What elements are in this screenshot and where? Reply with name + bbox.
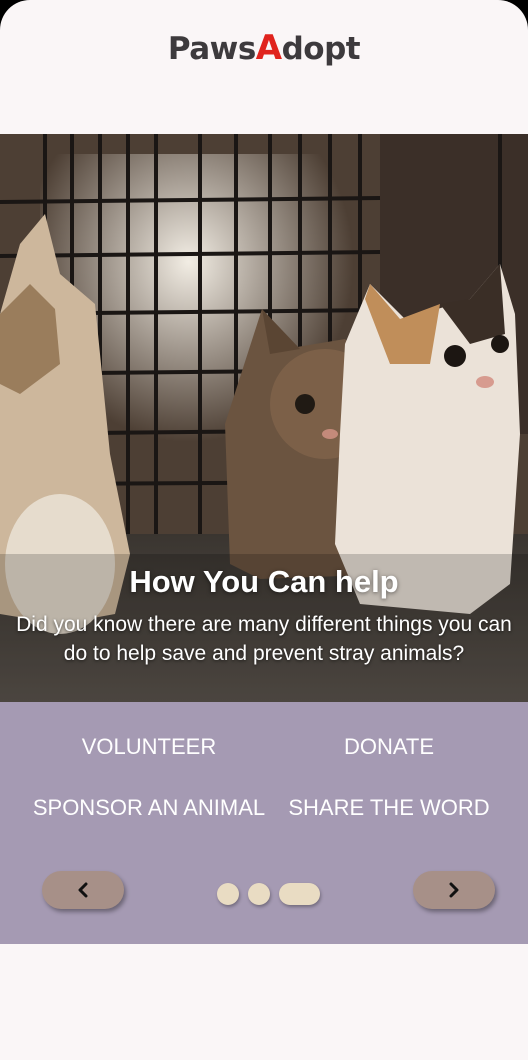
logo-text-paws: Paws — [167, 31, 256, 67]
help-options-panel: VOLUNTEER DONATE SPONSOR AN ANIMAL SHARE… — [0, 702, 528, 944]
hero-title: How You Can help — [129, 564, 399, 599]
carousel-dot-active[interactable] — [279, 883, 320, 905]
app-screen: PawsAdopt How You Can help Did you know … — [0, 0, 528, 1060]
hero-subtitle: Did you know there are many different th… — [16, 613, 512, 665]
app-header: PawsAdopt — [0, 0, 528, 134]
logo-text-accent: A — [255, 28, 282, 68]
footer-area — [0, 944, 528, 1060]
carousel-dot[interactable] — [217, 883, 239, 905]
sponsor-animal-option[interactable]: SPONSOR AN ANIMAL — [29, 793, 269, 822]
chevron-right-icon — [449, 882, 459, 898]
donate-option[interactable]: DONATE — [269, 732, 509, 761]
carousel-dot[interactable] — [248, 883, 270, 905]
logo-text-dopt: dopt — [281, 31, 361, 67]
volunteer-option[interactable]: VOLUNTEER — [29, 732, 269, 761]
share-the-word-option[interactable]: SHARE THE WORD — [269, 793, 509, 822]
previous-slide-button[interactable] — [42, 871, 124, 909]
app-logo: PawsAdopt — [0, 28, 528, 68]
hero-banner: How You Can help Did you know there are … — [0, 134, 528, 702]
next-slide-button[interactable] — [413, 871, 495, 909]
chevron-left-icon — [78, 882, 88, 898]
